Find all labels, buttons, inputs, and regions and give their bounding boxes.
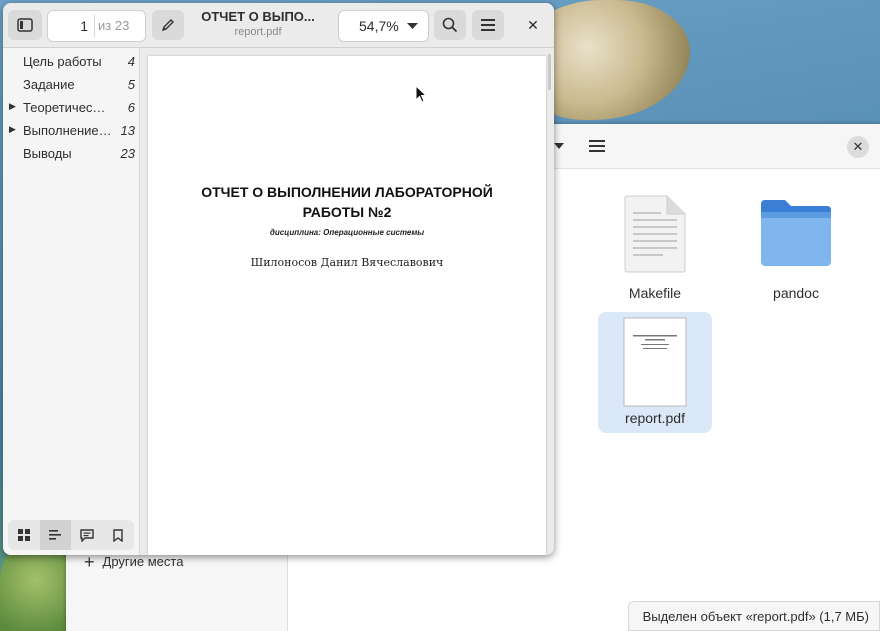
sidebar-icon: [17, 18, 33, 32]
outline-label: Теоретичес…: [23, 100, 106, 115]
outline-sidebar: Цель работы 4 Задание 5 ▶ Теоретичес… 6 …: [3, 48, 140, 555]
file-item-pandoc[interactable]: pandoc: [739, 188, 853, 308]
plus-icon: +: [84, 551, 95, 572]
page-total: из 23: [98, 18, 130, 33]
document-author: Шилоносов Данил Вячеславович: [250, 256, 444, 269]
close-button[interactable]: ✕: [519, 10, 547, 40]
outline-page: 23: [120, 146, 135, 161]
search-button[interactable]: [434, 10, 466, 40]
page-selector: 1 из 23: [47, 10, 146, 42]
outline-item[interactable]: Цель работы 4: [3, 51, 139, 74]
chevron-down-icon: [406, 23, 418, 29]
outline-label: Задание: [23, 77, 75, 92]
outline-page: 6: [127, 100, 135, 115]
search-icon: [442, 17, 458, 33]
outline-item[interactable]: ▶ Теоретичес… 6: [3, 97, 139, 120]
sidebar-mode-switcher: [8, 520, 134, 550]
document-title: ОТЧЕТ О ВЫПО...: [201, 9, 315, 24]
file-name: pandoc: [773, 285, 819, 301]
document-heading-line1: ОТЧЕТ О ВЫПОЛНЕНИИ ЛАБОРАТОРНОЙ: [201, 184, 493, 200]
main-menu-button[interactable]: [472, 10, 504, 40]
document-filename: report.pdf: [234, 26, 282, 38]
chevron-down-icon: [553, 143, 564, 149]
outline-item[interactable]: ▶ Выполнение… 13: [3, 120, 139, 143]
other-places-item[interactable]: + Другие места: [84, 551, 184, 572]
expand-arrow-icon[interactable]: ▶: [9, 101, 16, 112]
document-heading: ОТЧЕТ О ВЫПОЛНЕНИИ ЛАБОРАТОРНОЙ РАБОТЫ №…: [148, 182, 546, 222]
other-places-label: Другие места: [102, 554, 184, 569]
outline-item[interactable]: Задание 5: [3, 74, 139, 97]
status-bar: Выделен объект «report.pdf» (1,7 МБ): [627, 601, 880, 631]
outline-label: Цель работы: [23, 54, 102, 69]
outline-label: Выполнение…: [23, 123, 112, 138]
outline-page: 5: [127, 77, 135, 92]
document-subtitle: дисциплина: Операционные системы: [269, 228, 425, 237]
page-number-input[interactable]: 1: [48, 11, 88, 41]
outline-tab[interactable]: [39, 520, 71, 550]
zoom-value: 54,7%: [359, 18, 399, 34]
thumbnails-tab[interactable]: [8, 520, 40, 550]
pdf-file-icon: [623, 317, 687, 407]
document-view[interactable]: ОТЧЕТ О ВЫПОЛНЕНИИ ЛАБОРАТОРНОЙ РАБОТЫ №…: [140, 48, 554, 555]
page-separator: [94, 15, 95, 37]
menu-button[interactable]: [583, 132, 611, 160]
outline-page: 4: [127, 54, 135, 69]
hamburger-menu-icon: [589, 140, 605, 152]
pdf-page: ОТЧЕТ О ВЫПОЛНЕНИИ ЛАБОРАТОРНОЙ РАБОТЫ №…: [148, 56, 546, 555]
document-title-block: ОТЧЕТ О ВЫПО... report.pdf: [183, 9, 333, 38]
scrollbar[interactable]: [548, 54, 551, 90]
pdf-header-bar: 1 из 23 ОТЧЕТ О ВЫПО... report.pdf 54,7%…: [3, 3, 554, 48]
zoom-selector[interactable]: 54,7%: [338, 10, 429, 42]
status-text: Выделен объект «report.pdf» (1,7 МБ): [642, 608, 869, 624]
annotations-tab[interactable]: [71, 520, 103, 550]
pencil-icon: [161, 19, 174, 32]
annotate-button[interactable]: [152, 10, 184, 40]
text-file-icon: [624, 195, 686, 273]
pdf-viewer-window: 1 из 23 ОТЧЕТ О ВЫПО... report.pdf 54,7%…: [3, 3, 554, 555]
outline-icon: [49, 530, 62, 540]
file-manager-close-button[interactable]: ✕: [847, 136, 869, 158]
file-item-report-pdf[interactable]: report.pdf: [598, 312, 712, 433]
close-icon: ✕: [527, 16, 539, 33]
file-name: report.pdf: [625, 410, 685, 426]
outline-page: 13: [120, 123, 135, 138]
hamburger-menu-icon: [481, 19, 495, 31]
bookmark-icon: [113, 528, 123, 542]
expand-arrow-icon[interactable]: ▶: [9, 124, 16, 135]
close-icon: ✕: [852, 139, 864, 154]
toggle-sidebar-button[interactable]: [8, 10, 42, 40]
file-item-makefile[interactable]: Makefile: [598, 188, 712, 308]
outline-label: Выводы: [23, 146, 72, 161]
comment-icon: [80, 528, 94, 542]
outline-item[interactable]: Выводы 23: [3, 143, 139, 166]
document-heading-line2: РАБОТЫ №2: [302, 204, 392, 220]
folder-icon: [761, 200, 831, 266]
mouse-cursor-icon: [415, 85, 427, 103]
bookmarks-tab[interactable]: [103, 520, 135, 550]
grid-icon: [17, 529, 30, 541]
file-name: Makefile: [628, 285, 682, 301]
